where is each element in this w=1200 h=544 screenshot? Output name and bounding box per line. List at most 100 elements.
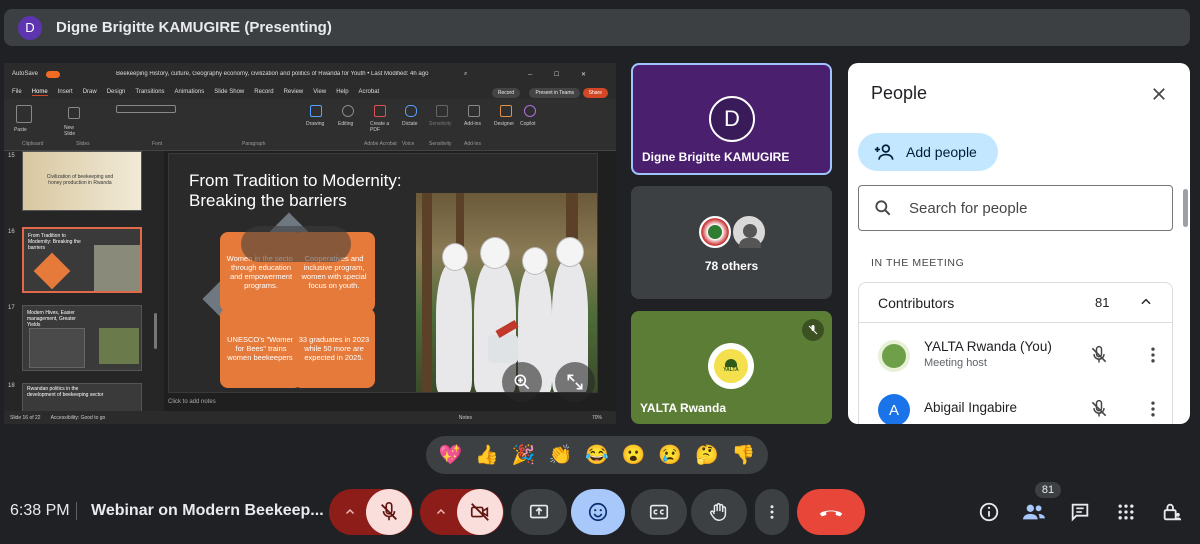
group-addins: Add-ins bbox=[464, 141, 481, 147]
clock: 6:38 PM bbox=[10, 502, 70, 519]
panel-scrollbar[interactable] bbox=[1183, 189, 1188, 227]
addins-icon bbox=[468, 105, 480, 117]
sensitivity-label: Sensitivity bbox=[429, 121, 452, 127]
camera-options-button[interactable] bbox=[422, 489, 460, 535]
ppt-ribbon: Paste New Slide Drawing Editing Create a… bbox=[4, 99, 616, 151]
apps-grid-icon bbox=[1118, 504, 1134, 520]
people-panel: People Add people IN THE MEETING Contrib… bbox=[848, 63, 1190, 424]
yalta-logo: YALTA bbox=[708, 343, 754, 389]
slide-thumbnails: 15 Civilization of beekeeping and honey … bbox=[4, 151, 164, 413]
collapse-chevron[interactable] bbox=[1139, 295, 1153, 314]
more-options-button[interactable] bbox=[755, 489, 789, 535]
mic-toggle-button[interactable] bbox=[366, 489, 412, 535]
lock-person-icon bbox=[1163, 503, 1182, 521]
reaction-thumbs-down[interactable]: 👎 bbox=[729, 443, 759, 467]
ppt-statusbar: Slide 16 of 22 Accessibility: Good to go… bbox=[4, 411, 616, 424]
drawing-label: Drawing bbox=[306, 121, 325, 127]
zoom-in-button[interactable] bbox=[502, 362, 542, 402]
search-icon bbox=[875, 200, 891, 216]
reactions-button[interactable] bbox=[571, 489, 625, 535]
reaction-thinking[interactable]: 🤔 bbox=[692, 443, 722, 467]
reaction-clap[interactable]: 👏 bbox=[545, 443, 575, 467]
create-pdf-icon bbox=[374, 105, 386, 117]
window-controls: ─ ☐ ✕ bbox=[528, 71, 596, 78]
present-screen-button[interactable] bbox=[511, 489, 567, 535]
reaction-thumbs-up[interactable]: 👍 bbox=[472, 443, 502, 467]
zoom-in-icon bbox=[514, 374, 530, 390]
paste-label: Paste bbox=[14, 127, 27, 133]
thumbs-scrollbar bbox=[154, 313, 157, 349]
ppt-menu-review: Review bbox=[283, 89, 304, 95]
ppt-menu-transitions: Transitions bbox=[135, 89, 165, 95]
thumb-num: 17 bbox=[8, 305, 15, 311]
ppt-menu-file: File bbox=[12, 89, 22, 95]
group-sensitivity: Sensitivity bbox=[429, 141, 452, 147]
reactions-bar: 💖 👍 🎉 👏 😂 😮 😢 🤔 👎 bbox=[426, 436, 768, 474]
add-people-button[interactable]: Add people bbox=[858, 133, 998, 171]
people-count-badge: 81 bbox=[1034, 481, 1062, 499]
activities-button[interactable] bbox=[1114, 500, 1138, 524]
close-panel-button[interactable] bbox=[1146, 81, 1172, 107]
dictate-label: Dictate bbox=[402, 121, 418, 127]
ppt-menu: File Home Insert Draw Design Transitions… bbox=[4, 85, 616, 99]
present-to-all-icon bbox=[529, 504, 549, 519]
participant-avatar: A bbox=[878, 394, 910, 424]
reaction-laugh[interactable]: 😂 bbox=[582, 443, 612, 467]
tile-yalta[interactable]: YALTA YALTA Rwanda bbox=[631, 311, 832, 424]
people-button[interactable] bbox=[1022, 500, 1046, 524]
designer-label: Designer bbox=[494, 121, 515, 127]
more-vert-icon bbox=[770, 505, 774, 519]
mic-off-icon bbox=[381, 502, 397, 521]
search-input[interactable] bbox=[909, 199, 1149, 217]
add-people-label: Add people bbox=[906, 144, 977, 160]
thumb-text: Modern Hives, Easier management, Greater… bbox=[27, 310, 76, 328]
contributors-header[interactable]: Contributors 81 bbox=[859, 283, 1172, 323]
meeting-details-button[interactable] bbox=[977, 500, 1001, 524]
mic-options-button[interactable] bbox=[331, 489, 369, 535]
addins-label: Add-ins bbox=[464, 121, 481, 127]
leave-call-button[interactable] bbox=[797, 489, 865, 535]
paragraph-icons bbox=[222, 105, 272, 113]
copilot-icon bbox=[524, 105, 536, 117]
reaction-sad[interactable]: 😢 bbox=[655, 443, 685, 467]
chat-button[interactable] bbox=[1068, 500, 1092, 524]
ppt-window-title: Beekeeping History, culture, Geography e… bbox=[116, 71, 429, 77]
thumb-text: Rwandan politics in the development of b… bbox=[27, 386, 104, 398]
participant-more-button[interactable] bbox=[1143, 399, 1163, 424]
tile-presenter[interactable]: D Digne Brigitte KAMUGIRE bbox=[631, 63, 832, 175]
thumb-num: 16 bbox=[8, 229, 15, 235]
participant-name: YALTA Rwanda (You) bbox=[924, 339, 1052, 354]
contributors-label: Contributors bbox=[878, 295, 955, 311]
mic-off-icon bbox=[808, 325, 818, 335]
fullscreen-button[interactable] bbox=[555, 362, 595, 402]
participant-avatar bbox=[878, 340, 910, 372]
ppt-titlebar: AutoSave Beekeeping History, culture, Ge… bbox=[4, 63, 616, 85]
tile-others[interactable]: 78 others bbox=[631, 186, 832, 299]
reaction-surprised[interactable]: 😮 bbox=[619, 443, 649, 467]
group-paragraph: Paragraph bbox=[242, 141, 266, 147]
participant-more-button[interactable] bbox=[1143, 345, 1163, 370]
reaction-party[interactable]: 🎉 bbox=[509, 443, 539, 467]
ppt-menu-slideshow: Slide Show bbox=[214, 89, 245, 95]
reaction-heart[interactable]: 💖 bbox=[435, 443, 465, 467]
more-vert-icon bbox=[1151, 347, 1155, 363]
accessibility-status: Accessibility: Good to go bbox=[50, 414, 106, 421]
camera-toggle-button[interactable] bbox=[457, 489, 503, 535]
thumb-slide-selected: From Tradition to Modernity: Breaking th… bbox=[22, 227, 142, 293]
chevron-up-icon bbox=[436, 508, 446, 515]
raise-hand-button[interactable] bbox=[691, 489, 747, 535]
autosave-label: AutoSave bbox=[12, 71, 39, 77]
mic-off-icon bbox=[1091, 399, 1107, 417]
divider bbox=[76, 502, 77, 520]
thumb-slide: Modern Hives, Easier management, Greater… bbox=[22, 305, 142, 371]
people-icon bbox=[1023, 504, 1045, 520]
captions-button[interactable] bbox=[631, 489, 687, 535]
host-controls-button[interactable] bbox=[1160, 500, 1184, 524]
others-count: 78 others bbox=[704, 259, 759, 273]
tile-muted-indicator bbox=[802, 319, 824, 341]
font-format-icons bbox=[116, 119, 176, 127]
participant-row[interactable]: A Abigail Ingabire bbox=[859, 385, 1172, 424]
editing-label: Editing bbox=[338, 121, 354, 127]
participant-row[interactable]: YALTA Rwanda (You) Meeting host bbox=[859, 331, 1172, 381]
group-slides: Slides bbox=[76, 141, 90, 147]
